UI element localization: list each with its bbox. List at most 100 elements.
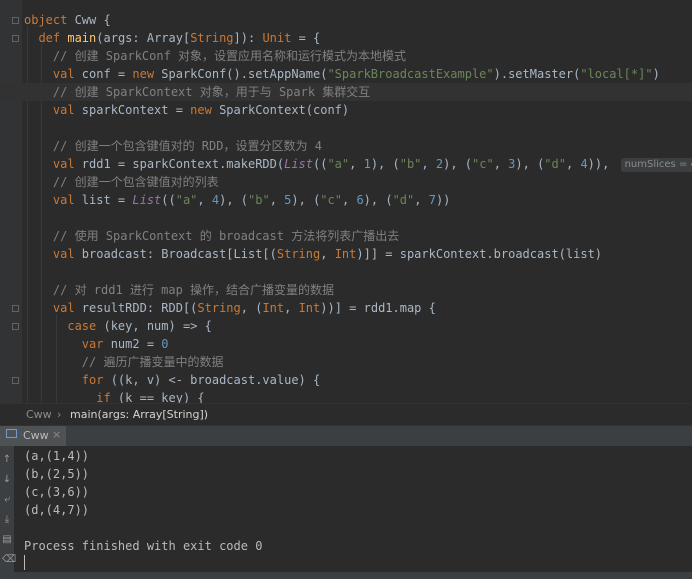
console-line: (d,(4,7)) <box>24 503 90 517</box>
code-token: for <box>24 373 111 387</box>
code-token: )), <box>587 157 617 171</box>
code-line[interactable]: val rdd1 = sparkContext.makeRDD(List(("a… <box>0 155 692 173</box>
arrow-up-icon[interactable]: ↑ <box>2 454 12 466</box>
code-line[interactable]: val broadcast: Broadcast[List[(String, I… <box>0 245 692 263</box>
code-token: list = <box>81 193 133 207</box>
code-line[interactable] <box>0 119 692 137</box>
parameter-hint: numSlices = 4 <box>620 158 692 172</box>
arrow-down-icon[interactable]: ↓ <box>2 474 12 486</box>
code-token: main <box>67 31 97 45</box>
code-token: val <box>24 67 82 81</box>
code-line[interactable]: val sparkContext = new SparkContext(conf… <box>0 101 692 119</box>
code-token: ).setMaster( <box>493 67 581 81</box>
console-toolbar: ↑ ↓ ⤶ ⤓ ▤ ⌫ <box>0 446 16 579</box>
code-token: val <box>24 247 82 261</box>
code-token: val <box>24 103 82 117</box>
code-token: SparkContext(conf) <box>219 103 350 117</box>
console-line: Process finished with exit code 0 <box>24 539 263 553</box>
scroll-to-end-icon[interactable]: ⤓ <box>2 514 12 526</box>
code-token: 1 <box>363 157 371 171</box>
code-token: // 使用 SparkContext 的 broadcast 方法将列表广播出去 <box>24 229 400 243</box>
code-line[interactable]: case (key, num) => { <box>0 317 692 335</box>
code-token: String <box>276 247 321 261</box>
code-token: List <box>132 193 162 207</box>
code-line[interactable]: // 对 rdd1 进行 map 操作，结合广播变量的数据 <box>0 281 692 299</box>
code-line[interactable]: def main(args: Array[String]): Unit = { <box>0 29 692 47</box>
code-token: List <box>284 157 313 171</box>
code-line[interactable]: // 创建一个包含键值对的列表 <box>0 173 692 191</box>
code-line[interactable]: var num2 = 0 <box>0 335 692 353</box>
run-tool-header: Cww × <box>0 425 692 446</box>
code-token: , <box>269 193 285 207</box>
code-line[interactable] <box>0 209 692 227</box>
tab-run-cww[interactable]: Cww × <box>0 426 66 446</box>
code-text: // 遍历广播变量中的数据 <box>24 353 224 371</box>
fold-marker-icon[interactable] <box>12 323 19 330</box>
code-token: "SparkBroadcastExample" <box>327 67 494 81</box>
code-token: ), ( <box>515 157 545 171</box>
code-editor[interactable]: object Cww { def main(args: Array[String… <box>0 0 692 403</box>
code-line[interactable]: val list = List(("a", 4), ("b", 5), ("c"… <box>0 191 692 209</box>
code-token: { <box>103 13 111 27</box>
code-line[interactable]: // 遍历广播变量中的数据 <box>0 353 692 371</box>
soft-wrap-icon[interactable]: ⤶ <box>2 494 12 506</box>
code-token: // 对 rdd1 进行 map 操作，结合广播变量的数据 <box>24 283 335 297</box>
code-token: "d" <box>544 157 566 171</box>
code-token: 6 <box>356 193 364 207</box>
code-token: sparkContext = <box>81 103 191 117</box>
fold-marker-icon[interactable] <box>12 17 19 24</box>
print-icon[interactable]: ▤ <box>2 534 12 546</box>
fold-marker-icon[interactable] <box>12 35 19 42</box>
code-token: , <box>421 157 436 171</box>
code-text: def main(args: Array[String]): Unit = { <box>24 29 320 47</box>
code-text: val list = List(("a", 4), ("b", 5), ("c"… <box>24 191 451 209</box>
breadcrumb-object[interactable]: Cww <box>26 408 52 421</box>
code-line[interactable]: object Cww { <box>0 11 692 29</box>
code-token: ), ( <box>363 193 393 207</box>
code-text: val sparkContext = new SparkContext(conf… <box>24 101 349 119</box>
close-icon[interactable]: × <box>52 428 61 441</box>
code-token: , <box>197 193 212 207</box>
code-line[interactable]: // 创建 SparkConf 对象，设置应用名称和运行模式为本地模式 <box>0 47 692 65</box>
code-line[interactable]: val resultRDD: RDD[(String, (Int, Int))]… <box>0 299 692 317</box>
code-token: , <box>493 157 509 171</box>
code-line[interactable]: // 创建一个包含键值对的 RDD，设置分区数为 4 <box>0 137 692 155</box>
breadcrumb-method[interactable]: main(args: Array[String]) <box>70 408 208 421</box>
code-line[interactable]: // 创建 SparkContext 对象，用于与 Spark 集群交互 <box>0 83 692 101</box>
code-token: new <box>190 103 220 117</box>
code-token: Int <box>298 301 321 315</box>
code-line[interactable] <box>0 263 692 281</box>
code-token: val <box>24 157 82 171</box>
code-token: var <box>24 337 111 351</box>
code-line[interactable]: val conf = new SparkConf().setAppName("S… <box>0 65 692 83</box>
code-token: ) <box>652 67 660 81</box>
code-token: resultRDD: RDD[( <box>81 301 198 315</box>
code-token: String <box>190 31 234 45</box>
code-token: // 创建 SparkConf 对象，设置应用名称和运行模式为本地模式 <box>24 49 407 63</box>
code-text: case (key, num) => { <box>24 317 212 335</box>
clear-icon[interactable]: ⌫ <box>2 554 16 566</box>
code-token: "b" <box>248 193 270 207</box>
code-token: 7 <box>428 193 436 207</box>
code-token: )]] = sparkContext.broadcast(list) <box>356 247 603 261</box>
code-line[interactable]: for ((k, v) <- broadcast.value) { <box>0 371 692 389</box>
run-tab-label: Cww <box>23 429 49 442</box>
console-output[interactable] <box>0 446 692 579</box>
code-token: val <box>24 193 82 207</box>
console-line: (c,(3,6)) <box>24 485 90 499</box>
code-text: // 创建一个包含键值对的列表 <box>24 173 219 191</box>
code-token: ), ( <box>443 157 473 171</box>
code-token: "d" <box>392 193 415 207</box>
code-token: ))] = rdd1.map { <box>320 301 436 315</box>
code-text: val resultRDD: RDD[(String, (Int, Int))]… <box>24 299 436 317</box>
code-token: , ( <box>240 301 263 315</box>
code-token: object <box>24 13 75 27</box>
code-text: // 创建 SparkContext 对象，用于与 Spark 集群交互 <box>24 83 370 101</box>
console-line: (b,(2,5)) <box>24 467 90 481</box>
code-line[interactable]: // 使用 SparkContext 的 broadcast 方法将列表广播出去 <box>0 227 692 245</box>
fold-marker-icon[interactable] <box>12 305 19 312</box>
code-line[interactable]: if (k == key) { <box>0 389 692 403</box>
console-line: (a,(1,4)) <box>24 449 90 463</box>
code-text: for ((k, v) <- broadcast.value) { <box>24 371 320 389</box>
fold-marker-icon[interactable] <box>12 377 19 384</box>
